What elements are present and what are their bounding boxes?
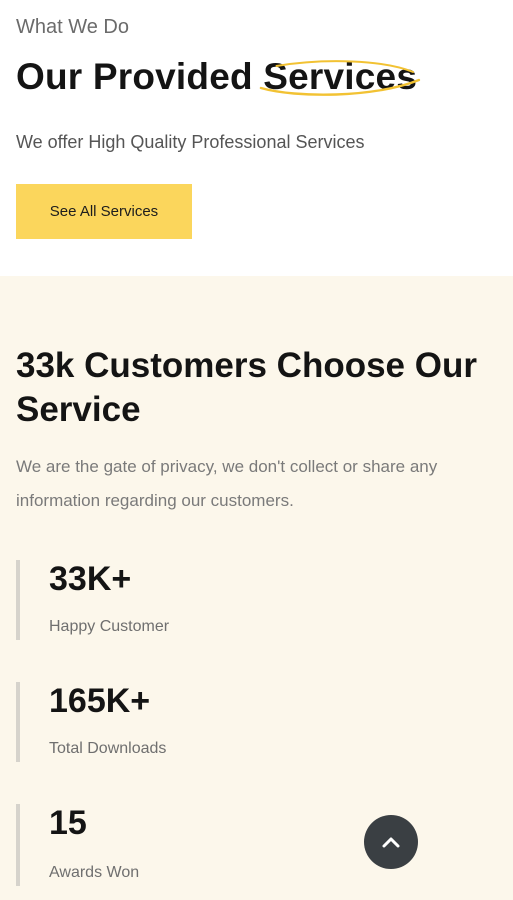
stat-value: 33K+	[49, 560, 132, 598]
title-prefix: Our Provided	[16, 56, 264, 97]
stat-value: 15	[49, 804, 87, 842]
stat-item-downloads: 165K+ Total Downloads	[16, 682, 316, 762]
stat-value: 165K+	[49, 682, 151, 720]
title-highlight: Services	[263, 56, 418, 97]
stat-item-awards: 15 Awards Won	[16, 804, 316, 886]
stat-label: Total Downloads	[49, 740, 167, 757]
section-title: Our Provided Services	[16, 56, 421, 98]
stats-title: 33k Customers Choose Our Service	[16, 346, 477, 429]
see-all-services-button[interactable]: See All Services	[16, 184, 192, 239]
section-subtitle: We offer High Quality Professional Servi…	[16, 132, 365, 152]
stat-label: Awards Won	[49, 864, 140, 881]
section-eyebrow: What We Do	[16, 16, 129, 38]
scroll-to-top-button[interactable]	[364, 815, 418, 869]
stat-divider	[16, 804, 20, 886]
services-intro-section: What We Do Our Provided Services We offe…	[0, 0, 513, 276]
title-highlight-wrapper: Services	[259, 56, 421, 98]
customer-stats-section: 33k Customers Choose Our Service We are …	[0, 276, 513, 900]
stat-item-customers: 33K+ Happy Customer	[16, 560, 316, 640]
stat-divider	[16, 682, 20, 762]
stats-description: We are the gate of privacy, we don't col…	[16, 457, 438, 510]
stat-label: Happy Customer	[49, 618, 170, 635]
stat-divider	[16, 560, 20, 640]
chevron-up-icon	[382, 837, 400, 848]
